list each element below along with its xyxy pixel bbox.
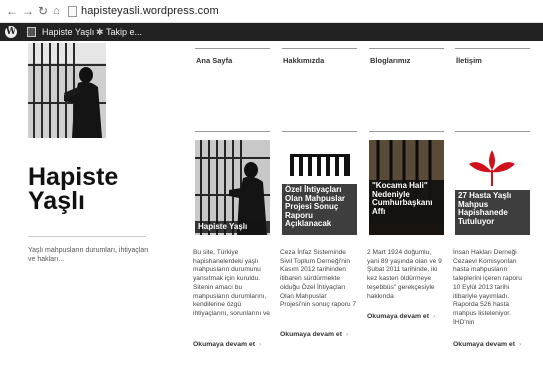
site-icon bbox=[27, 27, 36, 37]
home-icon[interactable]: ⌂ bbox=[53, 3, 60, 19]
follow-gear-icon: ✱ bbox=[96, 27, 104, 37]
post-caption[interactable]: 27 Hasta Yaşlı Mahpus Hapishanede Tutulu… bbox=[455, 190, 530, 235]
post-caption[interactable]: Özel İhtiyaçları Olan Mahpuslar Projesi … bbox=[282, 184, 357, 235]
post-caption[interactable]: Hapiste Yaşlı bbox=[195, 220, 270, 233]
page-icon bbox=[68, 5, 77, 17]
read-more-link[interactable]: Okumaya devam et › bbox=[453, 341, 521, 348]
post-thumbnail[interactable]: 27 Hasta Yaşlı Mahpus Hapishanede Tutulu… bbox=[455, 140, 530, 235]
menu-rule bbox=[195, 48, 270, 49]
site-tagline: Yaşlı mahpusların durumları, ihtiyaçları… bbox=[28, 247, 149, 263]
chevron-right-icon: › bbox=[432, 313, 436, 320]
post-rule bbox=[282, 131, 357, 132]
menu-item-home[interactable]: Ana Sayfa bbox=[196, 56, 232, 65]
address-bar[interactable]: hapisteyasli.wordpress.com bbox=[68, 3, 219, 19]
title-divider bbox=[28, 236, 146, 237]
post-excerpt: İnsan Hakları Derneği Cezaevi Komisyonla… bbox=[453, 249, 522, 326]
chevron-right-icon: › bbox=[518, 341, 522, 348]
prisoner-photo bbox=[28, 43, 106, 138]
forward-arrow-icon[interactable]: → bbox=[22, 3, 34, 19]
post-rule bbox=[195, 131, 270, 132]
post-excerpt: Ceza İnfaz Sisteminde Sivil Toplum Derne… bbox=[280, 249, 357, 309]
read-more-link[interactable]: Okumaya devam et › bbox=[367, 313, 435, 320]
read-more-label[interactable]: Okumaya devam et bbox=[367, 313, 429, 320]
menu-item-about[interactable]: Hakkımızda bbox=[283, 56, 324, 65]
url-text[interactable]: hapisteyasli.wordpress.com bbox=[81, 5, 219, 17]
header-image[interactable] bbox=[28, 43, 106, 138]
site-title[interactable]: Hapiste Yaşlı bbox=[28, 165, 178, 214]
post-excerpt: 2 Mart 1924 doğumlu, yani 89 yaşında ola… bbox=[367, 249, 442, 300]
chevron-right-icon: › bbox=[258, 341, 262, 348]
post-thumbnail[interactable]: "Kocama Hali" Nedeniyle Cumhurbaşkanı Af… bbox=[369, 140, 444, 235]
menu-rule bbox=[369, 48, 444, 49]
read-more-label[interactable]: Okumaya devam et bbox=[193, 341, 255, 348]
post-rule bbox=[455, 131, 530, 132]
follow-button[interactable]: Takip e... bbox=[106, 25, 142, 39]
wordpress-logo-icon[interactable]: W bbox=[5, 26, 17, 38]
menu-rule bbox=[455, 48, 530, 49]
post-thumbnail[interactable]: Özel İhtiyaçları Olan Mahpuslar Projesi … bbox=[282, 140, 357, 235]
post-excerpt: Bu site, Türkiye hapishanelerdeki yaşlı … bbox=[193, 249, 270, 317]
post-caption[interactable]: "Kocama Hali" Nedeniyle Cumhurbaşkanı Af… bbox=[369, 180, 444, 225]
admin-bar: W Hapiste Yaşlı ✱ Takip e... bbox=[0, 23, 543, 41]
menu-item-contact[interactable]: İletişim bbox=[456, 56, 482, 65]
post-rule bbox=[369, 131, 444, 132]
read-more-label[interactable]: Okumaya devam et bbox=[453, 341, 515, 348]
menu-item-blogs[interactable]: Bloglarımız bbox=[370, 56, 410, 65]
chevron-right-icon: › bbox=[345, 331, 349, 338]
read-more-link[interactable]: Okumaya devam et › bbox=[193, 341, 261, 348]
admin-bar-site-name[interactable]: Hapiste Yaşlı bbox=[42, 25, 94, 39]
browser-toolbar: ← → ↻ ⌂ hapisteyasli.wordpress.com bbox=[0, 0, 543, 23]
read-more-label[interactable]: Okumaya devam et bbox=[280, 331, 342, 338]
post-thumbnail[interactable]: Hapiste Yaşlı bbox=[195, 140, 270, 235]
back-arrow-icon[interactable]: ← bbox=[6, 3, 18, 19]
read-more-link[interactable]: Okumaya devam et › bbox=[280, 331, 348, 338]
reload-icon[interactable]: ↻ bbox=[38, 3, 48, 19]
menu-rule bbox=[282, 48, 357, 49]
